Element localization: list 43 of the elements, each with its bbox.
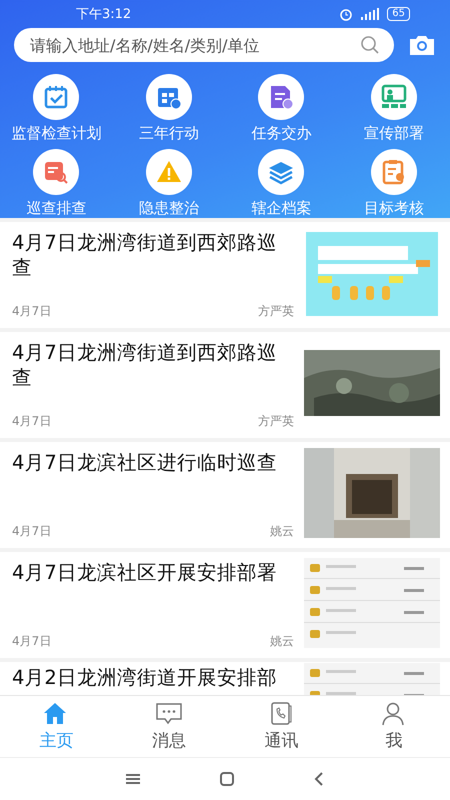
calendar-check-icon	[42, 83, 70, 111]
shortcut-button[interactable]: 辖企档案	[225, 149, 338, 218]
news-title: 4月7日龙滨社区开展安排部署	[12, 560, 278, 585]
alarm-icon	[339, 7, 354, 21]
shortcut-button[interactable]: 监督检查计划	[0, 74, 112, 143]
tab-button[interactable]: 我	[338, 696, 450, 757]
news-date: 4月7日	[12, 633, 52, 650]
news-card[interactable]: 4月7日龙滨社区进行临时巡查 4月7日 姚云	[0, 442, 450, 548]
news-title: 4月2日龙洲湾街道开展安排部	[12, 665, 278, 690]
search-field[interactable]: 请输入地址/名称/姓名/类别/单位	[14, 28, 394, 62]
news-author: 方严英	[258, 303, 294, 320]
shortcut-button[interactable]: 任务交办	[225, 74, 338, 143]
menu-icon[interactable]	[126, 773, 140, 785]
shortcut-button[interactable]: 巡查排查	[0, 149, 112, 218]
news-author: 姚云	[270, 523, 294, 540]
shortcut-button[interactable]: 三年行动	[112, 74, 225, 143]
news-title: 4月7日龙洲湾街道到西郊路巡查	[12, 340, 278, 390]
tab-button[interactable]: 通讯	[225, 696, 338, 757]
news-title: 4月7日龙洲湾街道到西郊路巡查	[12, 230, 278, 280]
battery-level: 65	[387, 7, 410, 21]
news-date: 4月7日	[12, 413, 52, 430]
tab-button[interactable]: 消息	[112, 696, 225, 757]
news-date: 4月7日	[12, 523, 52, 540]
back-icon[interactable]	[314, 772, 324, 786]
news-date: 4月7日	[12, 303, 52, 320]
signal-icon	[361, 8, 380, 20]
shortcut-button[interactable]: 宣传部署	[338, 74, 450, 143]
news-card[interactable]: 4月2日龙洲湾街道开展安排部	[0, 662, 450, 695]
news-author: 姚云	[270, 633, 294, 650]
search-icon[interactable]	[360, 35, 380, 55]
news-card[interactable]: 4月7日龙滨社区开展安排部署 4月7日 姚云	[0, 552, 450, 658]
chat-bubble-icon	[154, 701, 183, 727]
news-title: 4月7日龙滨社区进行临时巡查	[12, 450, 278, 475]
presentation-board-icon	[380, 83, 408, 111]
camera-icon[interactable]	[408, 34, 436, 56]
tab-button[interactable]: 主页	[0, 696, 112, 757]
news-author: 方严英	[258, 413, 294, 430]
shortcut-button[interactable]: 目标考核	[338, 149, 450, 218]
shortcut-button[interactable]: 隐患整治	[112, 149, 225, 218]
clock-time: 下午3:12	[76, 6, 132, 23]
home-button-icon[interactable]	[220, 772, 234, 786]
news-card[interactable]: 4月7日龙洲湾街道到西郊路巡查 4月7日 方严英	[0, 222, 450, 328]
news-card[interactable]: 4月7日龙洲湾街道到西郊路巡查 4月7日 方严英	[0, 332, 450, 438]
